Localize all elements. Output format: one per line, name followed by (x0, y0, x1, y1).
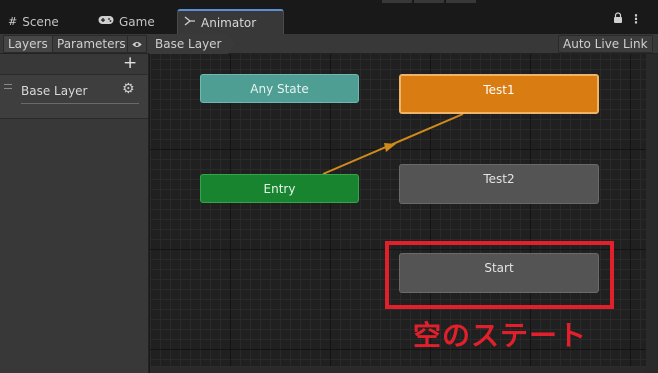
auto-live-link-label: Auto Live Link (563, 37, 648, 51)
gamepad-icon (98, 15, 114, 28)
horizontal-scrollbar[interactable] (150, 366, 646, 373)
layer-item[interactable]: Base Layer ⚙ (0, 74, 148, 119)
drag-handle-icon[interactable] (4, 84, 12, 89)
top-strip (414, 0, 444, 3)
breadcrumb[interactable]: Base Layer (149, 34, 236, 54)
layer-weight-bar (21, 103, 139, 104)
add-layer-button[interactable]: + (123, 54, 137, 72)
parameters-tab-button[interactable]: Parameters (52, 35, 131, 53)
breadcrumb-base-layer: Base Layer (155, 37, 222, 51)
layers-label: Layers (8, 37, 48, 51)
tab-game[interactable]: Game (92, 9, 161, 34)
annotation-label: 空のステート (413, 319, 588, 352)
layers-tab-button[interactable]: Layers (3, 35, 53, 53)
tab-label: Game (119, 14, 155, 29)
vertical-scrollbar[interactable] (646, 54, 658, 373)
eye-icon[interactable] (127, 35, 147, 53)
state-machine-graph[interactable]: Any State Entry Test1 Test2 Start 空のステート (150, 54, 646, 373)
arrowhead-icon (384, 143, 396, 152)
tab-label: Animator (201, 15, 257, 30)
lock-icon[interactable] (613, 12, 623, 26)
node-label: Entry (263, 181, 296, 196)
layers-panel: + Base Layer ⚙ (0, 54, 149, 373)
state-node-test1[interactable]: Test1 (399, 74, 599, 114)
animator-toolbar: Layers Parameters Base Layer Auto Live L… (0, 34, 658, 54)
layer-name: Base Layer (21, 84, 88, 98)
gear-icon[interactable]: ⚙ (122, 81, 135, 97)
top-strip (446, 0, 476, 3)
top-strip (382, 0, 412, 3)
state-node-test2[interactable]: Test2 (399, 164, 599, 204)
annotation-highlight-box (385, 241, 614, 309)
parameters-label: Parameters (57, 37, 126, 51)
more-options-icon[interactable]: ⋮ (630, 12, 642, 26)
auto-live-link-button[interactable]: Auto Live Link (558, 35, 653, 53)
node-label: Test1 (483, 83, 515, 97)
node-label: Any State (250, 81, 309, 96)
entry-node[interactable]: Entry (200, 174, 359, 203)
tab-scene[interactable]: # Scene (2, 9, 65, 34)
any-state-node[interactable]: Any State (200, 74, 359, 103)
tab-animator[interactable]: Animator (177, 9, 284, 34)
grid-icon: # (8, 15, 18, 28)
tab-label: Scene (22, 14, 59, 29)
window-tab-bar: # Scene Game Animator ⋮ (0, 0, 658, 34)
node-label: Test2 (483, 172, 515, 186)
animator-icon (184, 16, 196, 29)
